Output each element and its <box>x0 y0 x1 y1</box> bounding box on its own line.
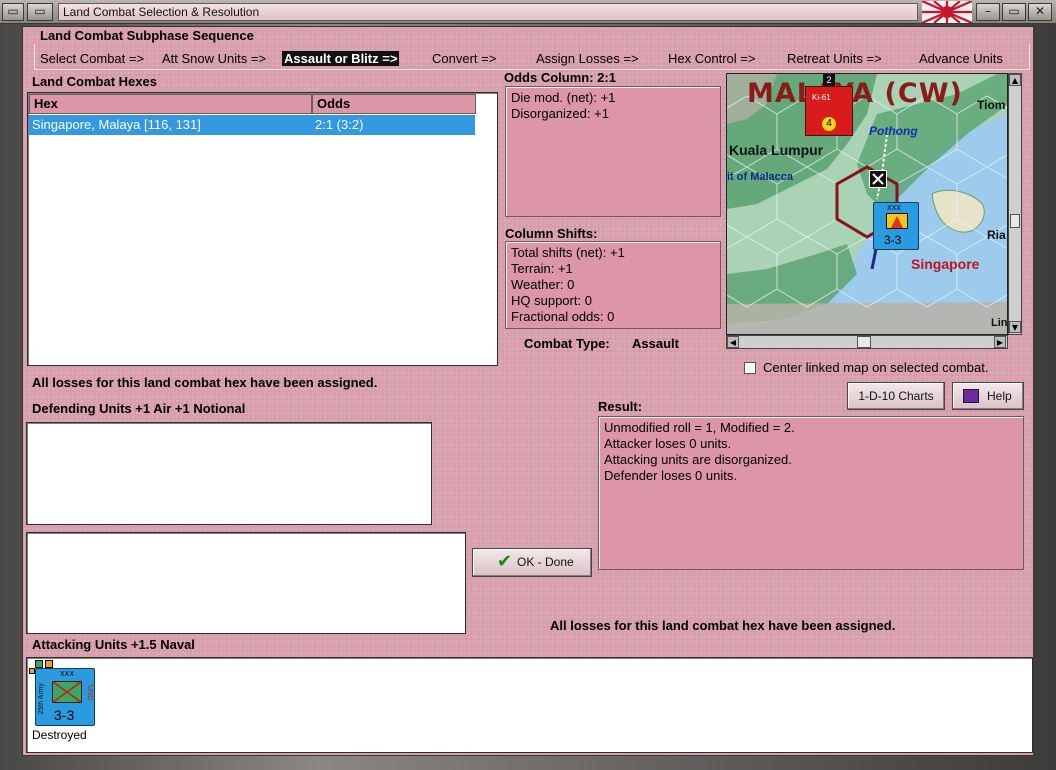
seq-select-combat: Select Combat => <box>40 51 145 66</box>
map-label-tiom: Tiom <box>977 98 1006 112</box>
rising-sun-flag-icon <box>922 1 972 23</box>
odds-box: Die mod. (net): +1 Disorganized: +1 <box>505 86 721 217</box>
scroll-up-icon[interactable]: ▲ <box>1009 74 1021 86</box>
unit-strength: 3-3 <box>54 707 75 723</box>
unit-status-marker-icon <box>35 660 43 668</box>
unit-size-label: XXX <box>887 205 902 212</box>
center-linked-checkbox[interactable] <box>744 362 756 374</box>
seq-hex-control: Hex Control => <box>668 51 756 66</box>
attacker-unit-counter[interactable]: 25th Army XXX UND 3-3 <box>35 668 95 726</box>
air-unit-label: Ki-61 <box>812 93 831 102</box>
window-menu-button[interactable]: ▭ <box>2 3 24 21</box>
hex-cell: Singapore, Malaya [116, 131] <box>32 117 201 132</box>
secondary-units-list[interactable] <box>26 532 466 634</box>
attacking-units-title: Attacking Units +1.5 Naval <box>32 637 195 652</box>
shift-line: HQ support: 0 <box>511 293 592 308</box>
scroll-right-icon[interactable]: ▶ <box>994 336 1006 348</box>
map-label-pothong: Pothong <box>869 124 918 138</box>
die-mod-text: Die mod. (net): +1 <box>511 90 616 105</box>
seq-assault-or-blitz: Assault or Blitz => <box>282 51 400 66</box>
combat-type-label: Combat Type: <box>524 336 610 351</box>
disorganized-text: Disorganized: +1 <box>511 106 609 121</box>
result-title: Result: <box>598 399 643 414</box>
seq-att-snow-units: Att Snow Units => <box>162 51 267 66</box>
map-label-singapore: Singapore <box>911 256 980 272</box>
defender-unit-counter[interactable]: XXX 3-3 <box>873 202 919 250</box>
seq-advance-units: Advance Units <box>919 51 1003 66</box>
center-linked-label: Center linked map on selected combat. <box>763 360 989 375</box>
ok-button-label: OK - Done <box>517 555 574 569</box>
map-vertical-scrollbar[interactable]: ▲ ▼ <box>1008 73 1022 335</box>
ok-done-button[interactable]: ✔ OK - Done <box>472 548 592 577</box>
horizontal-scroll-thumb[interactable] <box>857 336 871 348</box>
seq-assign-losses: Assign Losses => <box>536 51 639 66</box>
air-unit-strength: 4 <box>822 117 836 131</box>
shift-line: Weather: 0 <box>511 277 575 292</box>
result-line: Unmodified roll = 1, Modified = 2. <box>604 420 795 435</box>
defending-units-title: Defending Units +1 Air +1 Notional <box>32 401 246 416</box>
unit-infantry-icon <box>52 681 82 703</box>
help-book-icon <box>963 389 979 403</box>
unit-status-marker-icon <box>45 660 53 668</box>
unit-status-text: Destroyed <box>32 728 87 742</box>
odds-cell: 2:1 (3:2) <box>315 117 364 132</box>
stack-count-badge: 2 <box>823 74 835 86</box>
defending-units-list[interactable] <box>26 422 432 525</box>
window-title: Land Combat Selection & Resolution <box>58 3 918 21</box>
minimize-button[interactable]: – <box>976 3 1000 21</box>
odds-column-title: Odds Column: 2:1 <box>504 70 616 85</box>
hq-marker-icon <box>869 170 887 188</box>
map-label-ria: Ria <box>987 228 1006 242</box>
table-row[interactable]: Singapore, Malaya [116, 131] 2:1 (3:2) <box>29 115 475 135</box>
col-header-hex[interactable]: Hex <box>29 94 312 114</box>
ok-check-icon: ✔ <box>497 551 513 572</box>
scroll-left-icon[interactable]: ◀ <box>727 336 739 348</box>
map-horizontal-scrollbar[interactable]: ◀ ▶ <box>726 335 1008 349</box>
shift-line: Terrain: +1 <box>511 261 573 276</box>
result-line: Attacker loses 0 units. <box>604 436 732 451</box>
scroll-down-icon[interactable]: ▼ <box>1009 321 1021 333</box>
help-button[interactable]: Help <box>952 382 1024 410</box>
vertical-scroll-thumb[interactable] <box>1010 214 1020 228</box>
losses-status-top: All losses for this land combat hex have… <box>32 375 378 390</box>
col-header-odds[interactable]: Odds <box>312 94 476 114</box>
combat-type-value: Assault <box>632 336 679 351</box>
losses-status-bottom: All losses for this land combat hex have… <box>550 618 896 633</box>
seq-retreat-units: Retreat Units => <box>787 51 882 66</box>
map-region-title: MALAYA (CW) <box>747 78 963 109</box>
air-unit-counter[interactable]: Ki-61 4 <box>805 86 853 136</box>
unit-tag: UND <box>86 685 93 701</box>
charts-button[interactable]: 1-D-10 Charts <box>847 382 945 410</box>
map-label-strait: it of Malacca <box>727 171 794 183</box>
maximize-button[interactable]: ▭ <box>1002 3 1026 21</box>
hexes-list[interactable]: Hex Odds Singapore, Malaya [116, 131] 2:… <box>27 92 498 366</box>
unit-side-label: 25th Army <box>38 683 45 715</box>
unit-infantry-icon <box>886 213 908 229</box>
shift-line: Fractional odds: 0 <box>511 309 615 324</box>
unit-size-label: XXX <box>60 671 75 678</box>
help-button-label: Help <box>987 389 1012 403</box>
column-shifts-title: Column Shifts: <box>505 226 598 241</box>
seq-convert: Convert => <box>432 51 497 66</box>
close-button[interactable]: ✕ <box>1028 3 1052 21</box>
title-bar: ▭ ▭ Land Combat Selection & Resolution –… <box>0 0 1056 24</box>
map-label-lin: Lin <box>991 317 1008 329</box>
unit-strength: 3-3 <box>884 233 902 247</box>
restore-left-button[interactable]: ▭ <box>27 3 53 21</box>
sequence-title: Land Combat Subphase Sequence <box>40 28 254 43</box>
shift-line: Total shifts (net): +1 <box>511 245 625 260</box>
linked-map[interactable]: MALAYA (CW) Kuala Lumpur Pothong it of M… <box>726 73 1008 335</box>
shifts-box: Total shifts (net): +1 Terrain: +1 Weath… <box>505 241 721 329</box>
hexes-title: Land Combat Hexes <box>32 74 157 89</box>
result-line: Attacking units are disorganized. <box>604 452 792 467</box>
attacking-units-list[interactable]: 25th Army XXX UND 3-3 Destroyed <box>26 657 1033 753</box>
result-line: Defender loses 0 units. <box>604 468 737 483</box>
map-terrain <box>727 74 1007 334</box>
result-box: Unmodified roll = 1, Modified = 2. Attac… <box>598 416 1024 570</box>
map-label-kuala-lumpur: Kuala Lumpur <box>729 142 824 158</box>
